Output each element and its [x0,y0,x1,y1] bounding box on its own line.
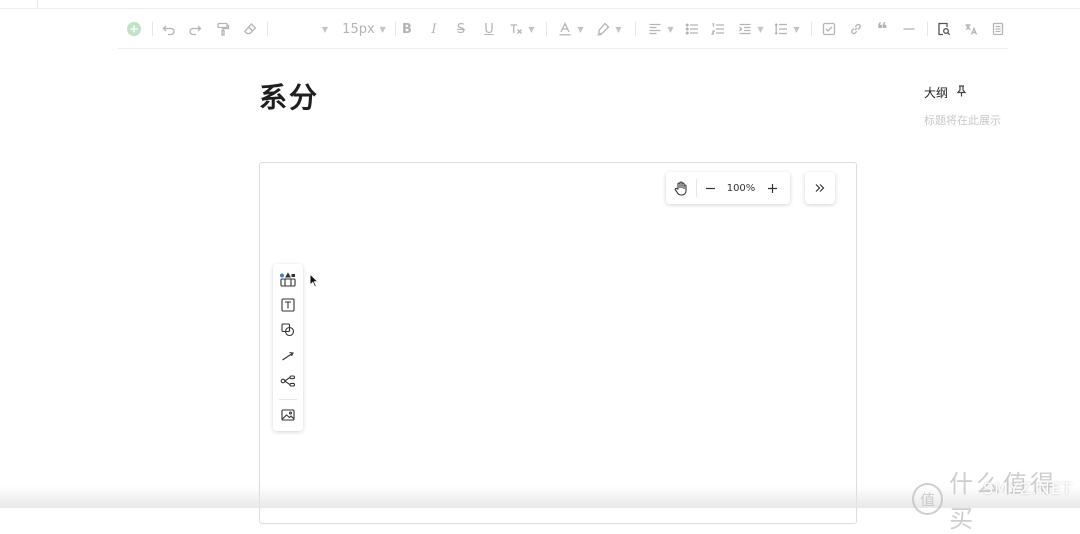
line-height-icon[interactable]: ▼ [772,10,802,48]
underline-label: U [484,21,494,37]
format-painter-icon[interactable] [213,10,233,48]
redo-icon[interactable] [185,10,205,48]
shape-icon[interactable] [273,319,303,341]
whiteboard-canvas[interactable]: 100% [259,162,857,524]
eraser-icon[interactable] [240,10,260,48]
font-size-value: 15px [342,21,375,37]
outline-header: 大纲 [924,84,967,101]
expand-button[interactable] [805,172,835,204]
bold-label: B [402,21,412,37]
highlighter-icon[interactable]: ▼ [594,10,624,48]
divider-icon[interactable] [899,10,919,48]
zoom-in-button[interactable] [759,172,785,204]
template-icon[interactable] [273,269,303,291]
watermark-text: 什么值得买 [949,470,1058,533]
add-icon[interactable] [124,10,144,48]
link-icon[interactable] [846,10,866,48]
undo-icon[interactable] [159,10,179,48]
ordered-list-icon[interactable] [709,10,727,48]
zoom-out-button[interactable] [697,172,723,204]
document-icon[interactable] [988,10,1008,48]
text-icon[interactable] [273,294,303,316]
underline-icon[interactable]: U [481,10,497,48]
top-border [0,0,1080,9]
italic-label: I [431,21,437,37]
hand-tool-icon[interactable] [666,172,696,204]
mindmap-icon[interactable] [273,370,303,392]
image-icon[interactable] [273,404,303,426]
font-size-select[interactable]: 15px ▼ [340,10,388,48]
checklist-icon[interactable] [819,10,839,48]
font-color-icon[interactable]: ▼ [556,10,586,48]
translate-icon[interactable] [961,10,981,48]
zoom-level[interactable]: 100% [723,183,759,194]
bullet-list-icon[interactable] [683,10,701,48]
bold-icon[interactable]: B [399,10,415,48]
text-style-icon[interactable]: ▼ [506,10,538,48]
font-family-select[interactable]: ▼ [276,10,328,48]
connector-icon[interactable] [273,345,303,367]
strikethrough-label: S [456,21,466,37]
indent-icon[interactable]: ▼ [736,10,766,48]
whiteboard-toolbar [273,264,303,431]
pin-icon[interactable] [956,85,967,100]
watermark-seal: 值 [912,483,944,515]
watermark-site: SMYZ.NET [983,479,1073,498]
quote-icon[interactable]: ❝ [872,10,892,48]
outline-placeholder: 标题将在此展示 [924,114,1001,127]
find-replace-icon[interactable] [934,10,954,48]
editor-toolbar: ▼ 15px ▼ B I S U ▼ ▼ ▼ ▼ ▼ ▼ ❝ [118,10,1008,49]
zoom-toolbar: 100% [666,172,790,204]
italic-icon[interactable]: I [426,10,442,48]
outline-title: 大纲 [924,86,949,100]
mouse-cursor-icon [309,272,320,292]
strikethrough-icon[interactable]: S [453,10,469,48]
watermark: 值 什么值得买 [912,464,1080,534]
page-title[interactable]: 系分 [259,76,319,116]
align-left-icon[interactable]: ▼ [646,10,676,48]
